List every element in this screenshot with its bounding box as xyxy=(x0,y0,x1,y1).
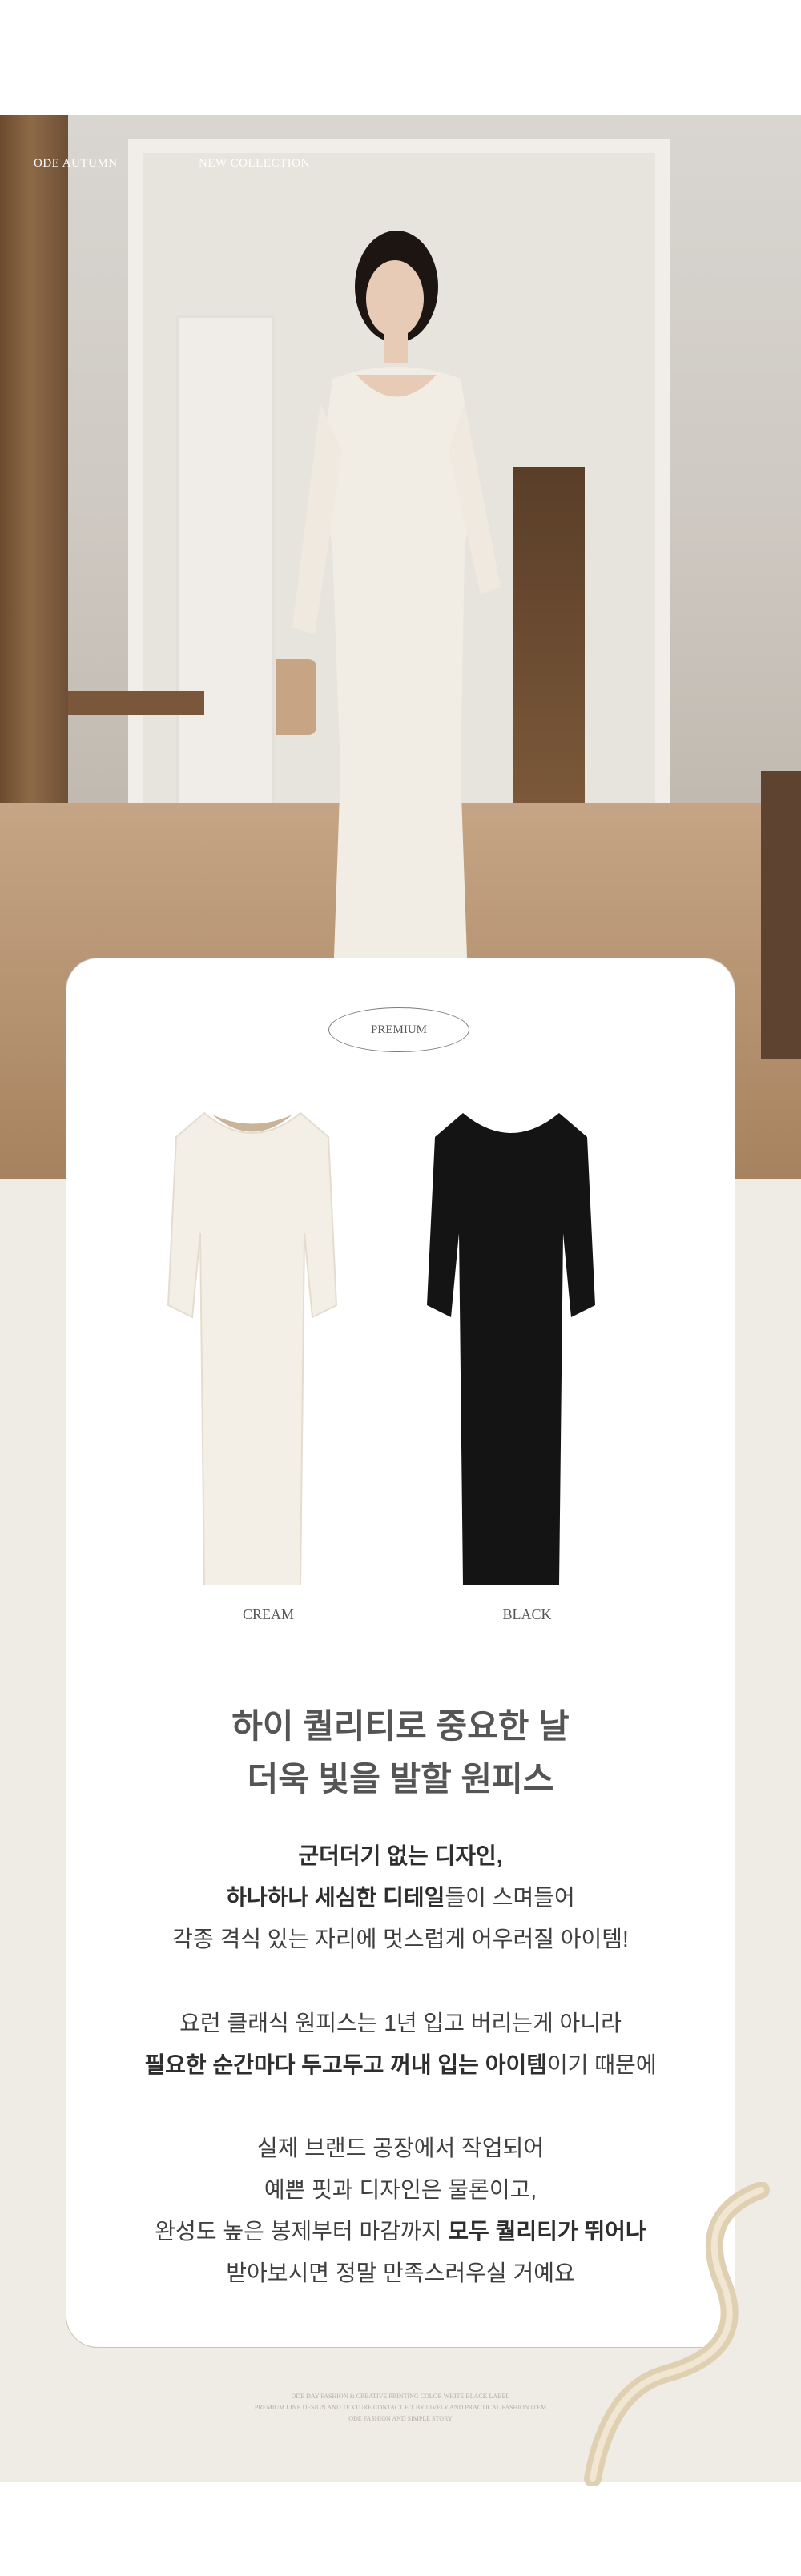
desc-line: 하나하나 세심한 디테일들이 스며들어 xyxy=(226,1885,575,1910)
fine-print: ODE DAY FASHION & CREATIVE PRINTING COLO… xyxy=(291,2393,510,2400)
black-dress-image xyxy=(427,1113,595,1585)
headline-line-1: 하이 퀄리티로 중요한 날 xyxy=(231,1707,570,1745)
ribbon-decoration xyxy=(584,2182,770,2486)
color-label-cream: CREAM xyxy=(242,1606,294,1622)
headline-line-2: 더욱 빛을 발할 원피스 xyxy=(247,1760,554,1798)
collection-label: NEW COLLECTION xyxy=(199,157,310,170)
desc-line: 각종 격식 있는 자리에 멋스럽게 어우러질 아이템! xyxy=(172,1927,629,1951)
desc-line: 실제 브랜드 공장에서 작업되어 xyxy=(256,2136,545,2160)
model-in-cream-dress xyxy=(276,231,501,1035)
side-table xyxy=(68,691,204,715)
fine-print: ODE FASHION AND SIMPLE STORY xyxy=(348,2415,453,2422)
color-label-black: BLACK xyxy=(502,1606,552,1622)
desc-line: 군더더기 없는 디자인, xyxy=(298,1843,503,1868)
desc-line: 요런 클래식 원피스는 1년 입고 버리는게 아니라 xyxy=(179,2011,622,2035)
chair xyxy=(761,771,801,1059)
interior-door xyxy=(176,315,275,826)
brand-label: ODE AUTUMN xyxy=(34,157,118,170)
desc-line: 필요한 순간마다 두고두고 꺼내 입는 아이템이기 때문에 xyxy=(144,2052,657,2077)
premium-badge: PREMIUM xyxy=(328,1007,469,1052)
fine-print: PREMIUM LINE DESIGN AND TEXTURE CONTACT … xyxy=(254,2404,547,2411)
cream-dress-image xyxy=(167,1111,338,1585)
staircase xyxy=(513,467,585,803)
